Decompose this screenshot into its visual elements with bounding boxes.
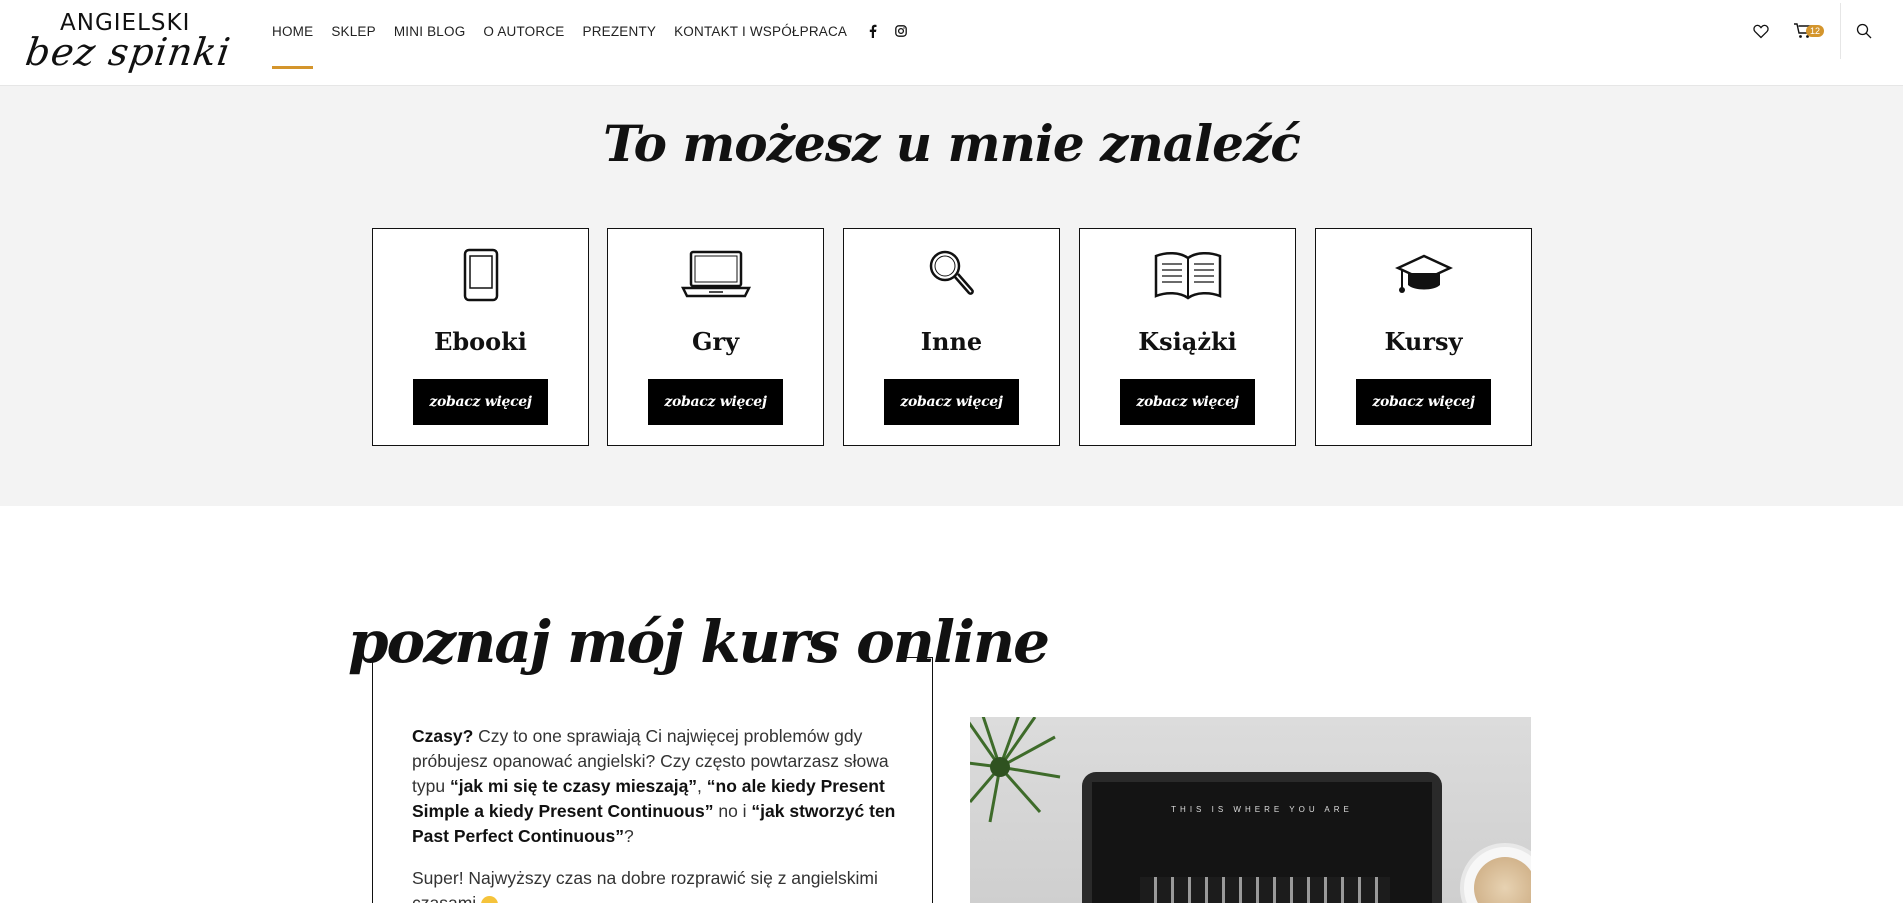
main-nav: HOME SKLEP MINI BLOG O AUTORCE PREZENTY … xyxy=(272,0,921,69)
cart-icon[interactable]: 12 xyxy=(1792,20,1824,42)
book-icon xyxy=(1080,247,1295,303)
course-text: Super! Najwyższy czas na dobre rozprawić… xyxy=(412,868,878,903)
course-text-bold: “jak mi się te czasy mieszają” xyxy=(449,776,698,796)
header-divider xyxy=(1840,3,1841,59)
course-frame-top-line xyxy=(898,657,933,658)
categories-section: To możesz u mnie znaleźć Ebooki zobacz w… xyxy=(0,86,1903,506)
smiley-emoji-icon xyxy=(481,895,499,903)
see-more-button[interactable]: zobacz więcej xyxy=(1120,379,1255,425)
laptop-keyboard xyxy=(1140,877,1390,903)
nav-item-home[interactable]: HOME xyxy=(272,24,314,69)
category-label: Inne xyxy=(920,327,983,356)
course-paragraph-2: Super! Najwyższy czas na dobre rozprawić… xyxy=(412,866,897,903)
ebook-icon xyxy=(373,247,588,303)
cart-count-badge: 12 xyxy=(1805,25,1824,37)
coffee xyxy=(1474,857,1531,903)
categories-title: To możesz u mnie znaleźć xyxy=(603,114,1301,173)
category-label: Ebooki xyxy=(434,327,527,356)
category-label: Gry xyxy=(691,327,740,356)
site-logo[interactable]: ANGIELSKI bez spinki xyxy=(22,8,246,76)
category-card-kursy[interactable]: Kursy zobacz więcej xyxy=(1315,228,1532,446)
coffee-cup xyxy=(1460,843,1531,903)
category-card-inne[interactable]: Inne zobacz więcej xyxy=(843,228,1060,446)
site-header: ANGIELSKI bez spinki HOME SKLEP MINI BLO… xyxy=(0,0,1903,86)
magnifier-icon xyxy=(844,247,1059,303)
course-text: , xyxy=(697,776,707,796)
facebook-icon[interactable] xyxy=(865,23,881,39)
nav-item-o-autorce[interactable]: O AUTORCE xyxy=(483,24,564,39)
course-text: ? xyxy=(623,826,634,846)
course-description: Czasy? Czy to one sprawiają Ci najwięcej… xyxy=(412,724,897,903)
category-card-ksiazki[interactable]: Książki zobacz więcej xyxy=(1079,228,1296,446)
course-paragraph-1: Czasy? Czy to one sprawiają Ci najwięcej… xyxy=(412,724,897,849)
see-more-button[interactable]: zobacz więcej xyxy=(1356,379,1491,425)
nav-item-prezenty[interactable]: PREZENTY xyxy=(582,24,656,39)
laptop-screen-text: THIS IS WHERE YOU ARE xyxy=(1171,805,1353,814)
instagram-icon[interactable] xyxy=(893,23,909,39)
graduation-cap-icon xyxy=(1316,247,1531,303)
nav-item-sklep[interactable]: SKLEP xyxy=(331,24,376,39)
category-card-gry[interactable]: Gry zobacz więcej xyxy=(607,228,824,446)
see-more-button[interactable]: zobacz więcej xyxy=(648,379,783,425)
course-text: no i xyxy=(713,801,752,821)
see-more-button[interactable]: zobacz więcej xyxy=(413,379,548,425)
search-icon[interactable] xyxy=(1853,20,1875,42)
see-more-button[interactable]: zobacz więcej xyxy=(884,379,1019,425)
category-label: Książki xyxy=(1138,327,1237,356)
header-actions: 12 xyxy=(1750,0,1903,62)
logo-script-text: bez spinki xyxy=(22,30,234,74)
category-card-ebooki[interactable]: Ebooki zobacz więcej xyxy=(372,228,589,446)
course-photo: THIS IS WHERE YOU ARE xyxy=(970,717,1531,903)
course-text-bold: Czasy? xyxy=(412,726,474,746)
plant-icon xyxy=(970,717,1061,823)
category-cards: Ebooki zobacz więcej Gry zobacz więcej I… xyxy=(372,228,1532,446)
nav-item-kontakt[interactable]: KONTAKT I WSPÓŁPRACA xyxy=(674,24,847,39)
laptop-icon xyxy=(608,247,823,303)
nav-item-mini-blog[interactable]: MINI BLOG xyxy=(394,24,466,39)
wishlist-heart-icon[interactable] xyxy=(1750,20,1772,42)
category-label: Kursy xyxy=(1384,327,1463,356)
